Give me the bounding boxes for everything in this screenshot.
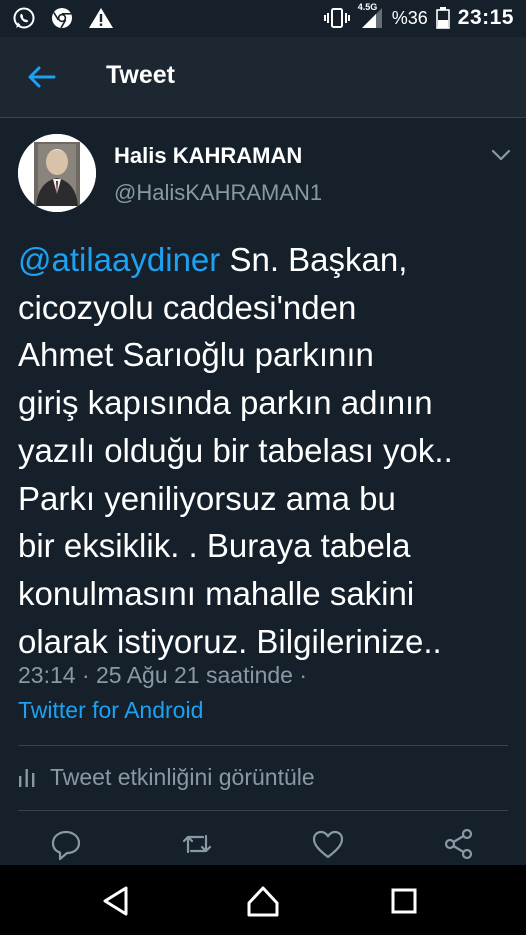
warning-icon bbox=[89, 8, 113, 28]
tweet-timestamp: 23:14 · 25 Ağu 21 saatinde · bbox=[18, 662, 307, 688]
status-clock: 23:15 bbox=[457, 6, 514, 29]
author-handle[interactable]: @HalisKAHRAMAN1 bbox=[114, 180, 322, 206]
tweet-text-line: @atilaaydiner Sn. Başkan, bbox=[18, 236, 514, 284]
battery-icon bbox=[435, 7, 450, 29]
tweet-activity-label: Tweet etkinliğini görüntüle bbox=[50, 764, 315, 790]
nav-home-icon[interactable] bbox=[245, 883, 281, 919]
back-arrow-icon[interactable] bbox=[26, 61, 58, 93]
tweet-text-line: cicozyolu caddesi'nden bbox=[18, 288, 357, 326]
page-title: Tweet bbox=[106, 61, 175, 89]
like-heart-icon[interactable] bbox=[311, 826, 345, 862]
app-header: Tweet bbox=[0, 37, 526, 118]
avatar-photo bbox=[18, 134, 96, 212]
retweet-icon[interactable] bbox=[180, 826, 214, 862]
chevron-down-icon[interactable] bbox=[490, 146, 512, 164]
nav-recents-icon[interactable] bbox=[386, 883, 422, 919]
status-bar-system: 4.5G %36 23:15 bbox=[323, 2, 514, 30]
tweet-text-line: konulmasını mahalle sakini bbox=[18, 574, 415, 612]
divider bbox=[18, 810, 508, 811]
status-bar: 4.5G %36 23:15 bbox=[0, 0, 526, 37]
tweet-source-link[interactable]: Twitter for Android bbox=[18, 697, 203, 724]
tweet-activity-button[interactable]: Tweet etkinliğini görüntüle bbox=[18, 764, 315, 791]
system-navigation-bar bbox=[0, 865, 526, 935]
tweet-text-line: Ahmet Sarıoğlu parkının bbox=[18, 336, 374, 374]
tweet-text-line: olarak istiyoruz. Bilgilerinize.. bbox=[18, 622, 442, 660]
signal-indicator: 4.5G bbox=[358, 2, 384, 30]
share-icon[interactable] bbox=[442, 826, 476, 862]
tweet-action-bar bbox=[0, 826, 526, 866]
chrome-icon bbox=[52, 8, 72, 29]
tweet-text-line: Parkı yeniliyorsuz ama bu bbox=[18, 479, 396, 517]
avatar[interactable] bbox=[18, 134, 96, 212]
divider bbox=[18, 745, 508, 746]
whatsapp-icon bbox=[13, 7, 35, 29]
tweet-text: @atilaaydiner Sn. Başkan, cicozyolu cadd… bbox=[18, 236, 514, 665]
status-bar-notifications bbox=[12, 6, 114, 30]
reply-icon[interactable] bbox=[49, 826, 83, 862]
tweet-text-segment: Sn. Başkan, bbox=[220, 241, 408, 278]
tweet-text-line: yazılı olduğu bir tabelası yok.. bbox=[18, 431, 453, 469]
mention-link[interactable]: @atilaaydiner bbox=[18, 241, 220, 278]
nav-back-icon[interactable] bbox=[98, 883, 134, 919]
vibrate-icon bbox=[323, 8, 350, 28]
tweet-text-line: bir eksiklik. . Buraya tabela bbox=[18, 527, 411, 565]
battery-percent: %36 bbox=[391, 7, 428, 28]
author-name[interactable]: Halis KAHRAMAN bbox=[114, 143, 302, 169]
analytics-icon bbox=[19, 768, 35, 787]
tweet-text-line: giriş kapısında parkın adının bbox=[18, 384, 433, 422]
signal-icon bbox=[361, 8, 382, 28]
